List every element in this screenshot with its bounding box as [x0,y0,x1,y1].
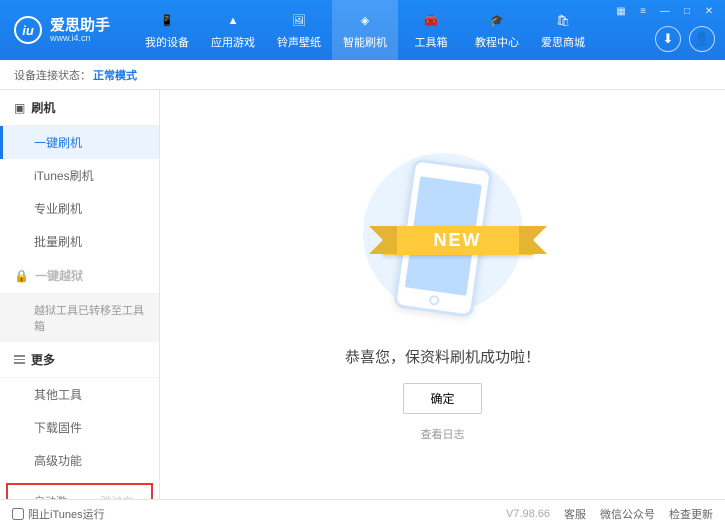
success-illustration: NEW [343,148,543,328]
flash-icon: ▣ [14,101,25,115]
nav-item-4[interactable]: 🧰 工具箱 [398,0,464,60]
view-log-link[interactable]: 查看日志 [421,426,465,442]
sidebar-more-item[interactable]: 其他工具 [0,378,159,411]
nav-label: 智能刷机 [343,34,387,50]
nav-icon: ◈ [355,11,375,31]
jailbreak-title: 一键越狱 [35,267,83,284]
nav-item-3[interactable]: ◈ 智能刷机 [332,0,398,60]
nav-label: 爱思商城 [541,34,585,50]
options-box: 自动激活 跳过向导 [6,483,153,499]
nav-icon: 🎓 [487,11,507,31]
sidebar-section-more[interactable]: 更多 [0,342,159,378]
update-link[interactable]: 检查更新 [669,506,713,522]
more-title: 更多 [31,351,55,368]
sidebar-more-item[interactable]: 高级功能 [0,444,159,477]
window-controls: ▦ ≡ — □ ✕ [613,4,717,18]
nav-label: 应用游戏 [211,34,255,50]
nav-item-0[interactable]: 📱 我的设备 [134,0,200,60]
gift-icon[interactable]: ▦ [613,4,629,18]
nav-icon: 🧰 [421,11,441,31]
ok-button[interactable]: 确定 [403,383,481,414]
nav-item-2[interactable]: 🖼 铃声壁纸 [266,0,332,60]
nav-label: 我的设备 [145,34,189,50]
nav-item-5[interactable]: 🎓 教程中心 [464,0,530,60]
status-bar: 设备连接状态： 正常模式 [0,60,725,90]
main-content: NEW 恭喜您，保资料刷机成功啦！ 确定 查看日志 [160,90,725,499]
sidebar-section-jailbreak: 🔒 一键越狱 [0,258,159,294]
block-itunes-checkbox[interactable]: 阻止iTunes运行 [12,506,105,522]
app-header: iu 爱思助手 www.i4.cn 📱 我的设备 ▲ 应用游戏 🖼 铃声壁纸 ◈ 智能刷机 🧰 工… [0,0,725,60]
success-message: 恭喜您，保资料刷机成功啦！ [345,346,540,367]
sidebar-flash-item[interactable]: 批量刷机 [0,225,159,258]
flash-title: 刷机 [31,99,55,116]
footer: 阻止iTunes运行 V7.98.66 客服 微信公众号 检查更新 [0,499,725,527]
sidebar-more-item[interactable]: 下载固件 [0,411,159,444]
logo-area: iu 爱思助手 www.i4.cn [0,16,124,44]
lock-icon: 🔒 [14,269,29,283]
status-label: 设备连接状态： [14,67,91,83]
top-nav: 📱 我的设备 ▲ 应用游戏 🖼 铃声壁纸 ◈ 智能刷机 🧰 工具箱 🎓 教程中心 🛍 爱思商城 [134,0,596,60]
nav-icon: 📱 [157,11,177,31]
skip-guide-checkbox[interactable]: 跳过向导 [85,493,142,499]
menu-icon[interactable]: ≡ [635,4,651,18]
nav-item-6[interactable]: 🛍 爱思商城 [530,0,596,60]
sidebar-flash-item[interactable]: 一键刷机 [0,126,159,159]
nav-icon: ▲ [223,11,243,31]
close-icon[interactable]: ✕ [701,4,717,18]
nav-icon: 🛍 [553,11,573,31]
status-value: 正常模式 [93,67,137,83]
sidebar-section-flash[interactable]: ▣ 刷机 [0,90,159,126]
nav-label: 教程中心 [475,34,519,50]
version-label: V7.98.66 [506,508,550,520]
support-link[interactable]: 客服 [564,506,586,522]
nav-icon: 🖼 [289,11,309,31]
minimize-icon[interactable]: — [657,4,673,18]
logo-icon: iu [14,16,42,44]
app-name: 爱思助手 [50,18,110,33]
nav-label: 铃声壁纸 [277,34,321,50]
jailbreak-note: 越狱工具已转移至工具箱 [0,294,159,342]
sidebar-flash-item[interactable]: iTunes刷机 [0,159,159,192]
maximize-icon[interactable]: □ [679,4,695,18]
sidebar: ▣ 刷机 一键刷机iTunes刷机专业刷机批量刷机 🔒 一键越狱 越狱工具已转移… [0,90,160,499]
download-button[interactable]: ⬇ [655,26,681,52]
sidebar-flash-item[interactable]: 专业刷机 [0,192,159,225]
app-url: www.i4.cn [50,33,110,43]
new-ribbon: NEW [383,226,533,255]
nav-label: 工具箱 [415,34,448,50]
user-button[interactable]: 👤 [689,26,715,52]
nav-item-1[interactable]: ▲ 应用游戏 [200,0,266,60]
wechat-link[interactable]: 微信公众号 [600,506,655,522]
hamburger-icon [14,355,25,364]
auto-activate-checkbox[interactable]: 自动激活 [18,493,75,499]
